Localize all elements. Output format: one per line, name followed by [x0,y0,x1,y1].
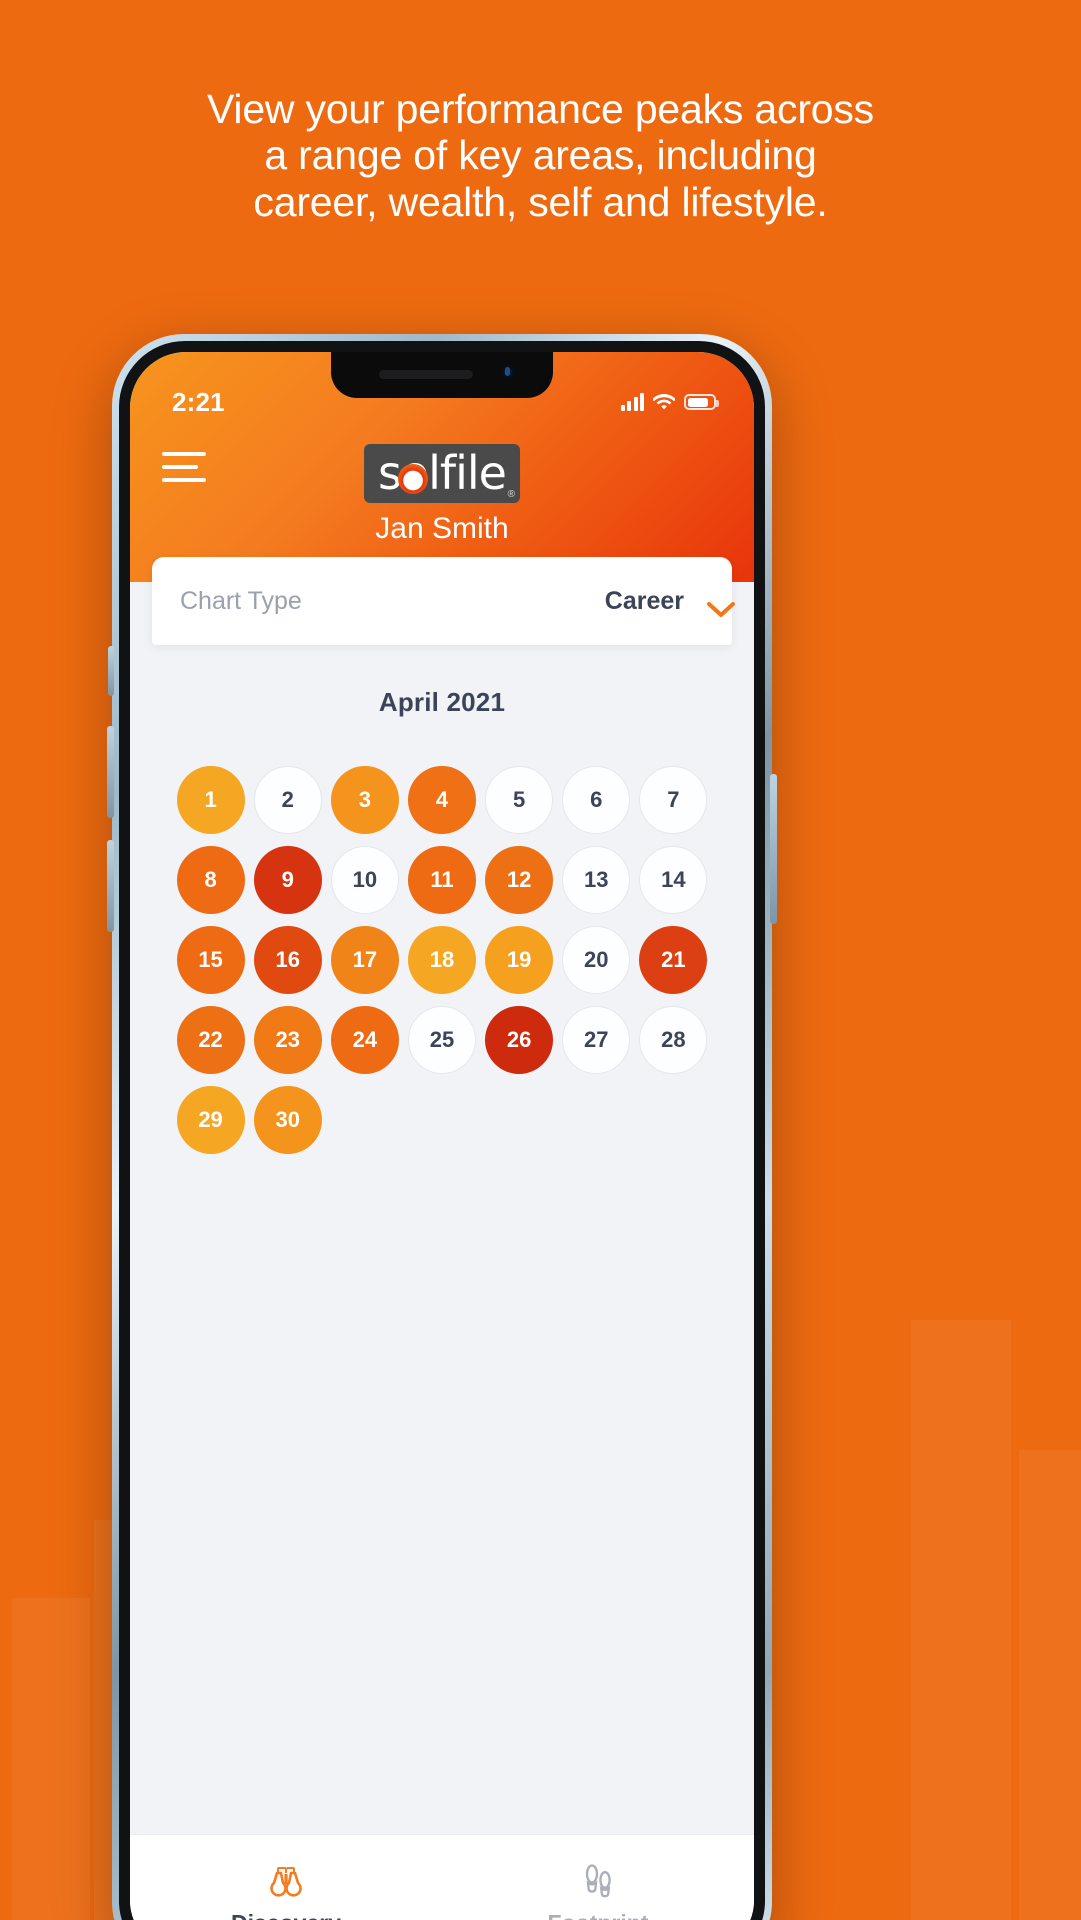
phone-screen: solfile ® Jan Smith 2:21 Chart Type Care… [130,352,754,1920]
volume-down-button[interactable] [107,840,114,932]
solfile-logo: solfile ® [364,444,520,503]
calendar-day-20[interactable]: 20 [562,926,631,994]
footsteps-icon [578,1860,618,1900]
logo-trademark: ® [507,489,515,500]
chart-type-value: Career [604,586,684,615]
hamburger-menu-icon[interactable] [162,452,206,486]
calendar-day-16[interactable]: 16 [253,926,322,994]
chart-type-right: Career [604,586,735,617]
headline-line-1: View your performance peaks across [207,86,874,132]
battery-icon [684,394,719,410]
calendar-day-3[interactable]: 3 [330,766,399,834]
calendar-day-11[interactable]: 11 [407,846,476,914]
status-icons [620,393,719,411]
earpiece-speaker [379,370,473,379]
status-time: 2:21 [172,386,225,417]
calendar-day-2[interactable]: 2 [253,766,322,834]
cellular-bars-icon [620,393,644,411]
calendar-day-23[interactable]: 23 [253,1006,322,1074]
logo-wordmark: solfile [378,446,507,500]
promo-headline: View your performance peaks across a ran… [0,86,1081,225]
calendar-day-17[interactable]: 17 [330,926,399,994]
front-camera-icon [501,365,515,379]
month-title: April 2021 [378,687,506,717]
chart-type-label: Chart Type [180,586,302,615]
calendar-day-6[interactable]: 6 [562,766,631,834]
background-bar-3 [911,1320,1011,1920]
calendar-day-1[interactable]: 1 [176,766,245,834]
binoculars-icon [266,1860,306,1900]
nav-label-discovery: Discovery [231,1910,341,1920]
phone-mockup: solfile ® Jan Smith 2:21 Chart Type Care… [107,334,777,1920]
calendar-day-22[interactable]: 22 [176,1006,245,1074]
calendar-day-9[interactable]: 9 [253,846,322,914]
calendar-day-5[interactable]: 5 [485,766,554,834]
calendar-panel: April 2021 1 2 3 4 5 6 7 8 9 10 11 12 13 14 15 16 17 18 19… [130,645,754,1834]
phone-bezel: solfile ® Jan Smith 2:21 Chart Type Care… [119,341,765,1920]
calendar-grid: 1 2 3 4 5 6 7 8 9 10 11 12 13 14 15 16 17 18 19 20 21 22 23 24 2… [172,766,712,1154]
calendar-day-7[interactable]: 7 [639,766,708,834]
logo-dot-icon [398,464,429,494]
background-bar-1 [12,1598,90,1920]
calendar-day-26[interactable]: 26 [485,1006,554,1074]
calendar-day-25[interactable]: 25 [407,1006,476,1074]
mute-switch[interactable] [108,646,114,696]
headline-line-2: a range of key areas, including [264,132,817,179]
calendar-day-28[interactable]: 28 [639,1006,708,1074]
calendar-day-10[interactable]: 10 [330,846,399,914]
chart-type-selector[interactable]: Chart Type Career [152,557,735,645]
power-button[interactable] [770,774,777,924]
wifi-icon [653,393,675,411]
calendar-day-12[interactable]: 12 [485,846,554,914]
nav-label-footprint: Footprint [548,1910,649,1920]
calendar-day-19[interactable]: 19 [485,926,554,994]
calendar-day-30[interactable]: 30 [253,1086,322,1154]
bottom-navigation: Discovery Footprint [130,1834,754,1920]
calendar-day-13[interactable]: 13 [562,846,631,914]
headline-line-3: career, wealth, self and lifestyle. [253,178,828,225]
calendar-day-29[interactable]: 29 [176,1086,245,1154]
phone-notch [331,352,553,398]
user-name: Jan Smith [375,512,509,545]
calendar-day-4[interactable]: 4 [407,766,476,834]
calendar-day-21[interactable]: 21 [639,926,708,994]
volume-up-button[interactable] [107,726,114,818]
nav-item-discovery[interactable]: Discovery [130,1835,442,1920]
background-bar-4 [1019,1450,1081,1920]
calendar-day-18[interactable]: 18 [407,926,476,994]
nav-item-footprint[interactable]: Footprint [442,1835,754,1920]
calendar-day-8[interactable]: 8 [176,846,245,914]
calendar-day-27[interactable]: 27 [562,1006,631,1074]
calendar-day-14[interactable]: 14 [639,846,708,914]
calendar-day-24[interactable]: 24 [330,1006,399,1074]
calendar-day-15[interactable]: 15 [176,926,245,994]
